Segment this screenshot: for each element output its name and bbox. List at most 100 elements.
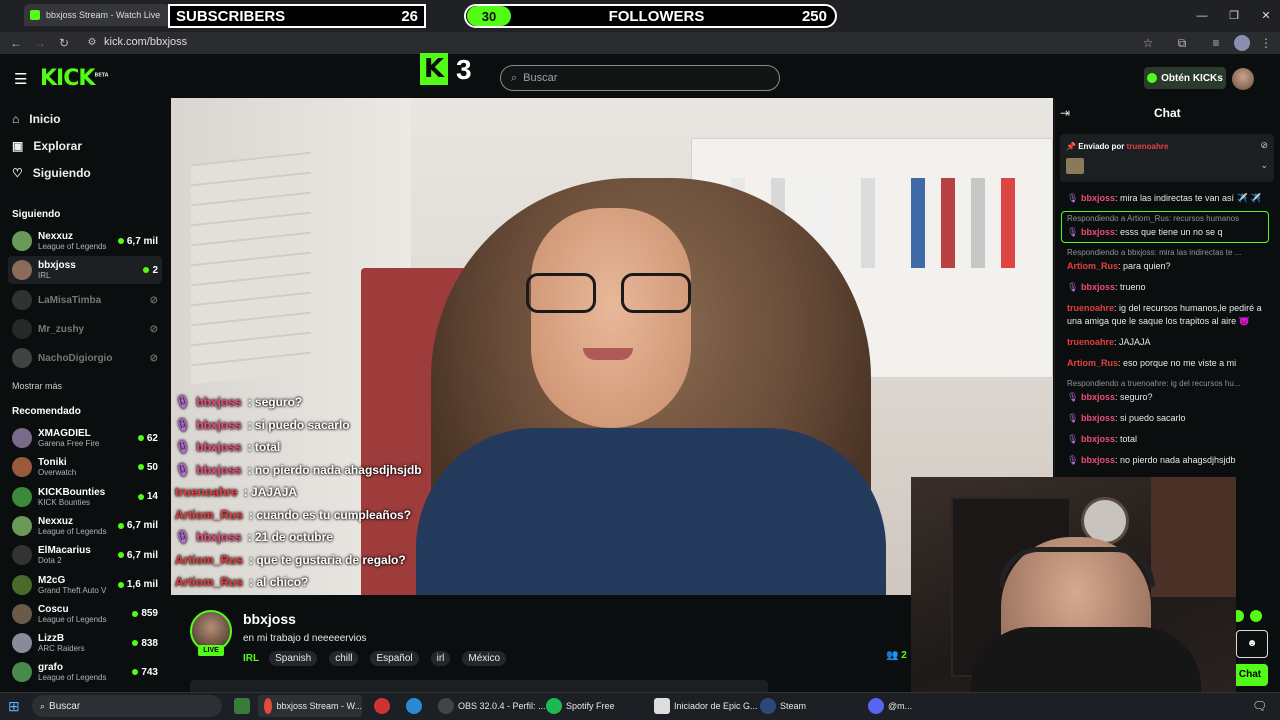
heart-icon: ♡ xyxy=(12,166,23,180)
live-dot-icon xyxy=(132,610,139,617)
chevron-down-icon[interactable]: ⌄ xyxy=(1260,160,1268,171)
taskbar-item-label: bbxjoss Stream - W... xyxy=(276,701,362,711)
hamburger-menu-icon[interactable]: ☰ xyxy=(14,70,27,88)
windows-start-icon[interactable]: ⊞ xyxy=(8,695,20,717)
chat-username[interactable]: truenoahre xyxy=(1067,303,1114,313)
chat-message[interactable]: 🎙 bbxjoss: seguro? xyxy=(1067,391,1272,404)
emoji-picker-icon[interactable]: ☻ xyxy=(1236,630,1268,658)
minimize-icon[interactable]: — xyxy=(1192,6,1212,26)
recommended-channel[interactable]: KICKBounties KICK Bounties 14 xyxy=(8,483,162,511)
chat-username[interactable]: Artiom_Rus xyxy=(1067,261,1118,271)
recommended-channel[interactable]: Nexxuz League of Legends 6,7 mil xyxy=(8,512,162,540)
media-control-icon[interactable]: ≡ xyxy=(1208,35,1224,51)
avatar xyxy=(12,545,32,566)
avatar xyxy=(12,662,32,683)
following-channel-mr-zushy[interactable]: Mr_zushy ⊘ xyxy=(8,315,162,343)
show-more-link[interactable]: Mostrar más xyxy=(12,381,62,391)
following-channel-lamisatimba[interactable]: LaMisaTimba ⊘ xyxy=(8,286,162,314)
chat-message[interactable]: truenoahre: ig del recursos humanos,le p… xyxy=(1067,302,1272,328)
chat-username[interactable]: bbxjoss xyxy=(1081,282,1115,292)
kick-logo[interactable]: KICKBETA xyxy=(40,66,109,91)
chat-text: : esss que tiene un no se q xyxy=(1114,227,1223,237)
back-icon[interactable]: ← xyxy=(8,35,24,51)
chat-message[interactable]: truenoahre: JAJAJA xyxy=(1067,336,1272,349)
chat-username[interactable]: bbxjoss xyxy=(1081,392,1115,402)
chat-send-button[interactable]: Chat xyxy=(1232,664,1268,686)
chat-message[interactable]: 🎙 bbxjoss: total xyxy=(1067,433,1272,446)
taskbar-item-steam[interactable]: Steam xyxy=(760,695,806,717)
chat-message[interactable]: 🎙 bbxjoss: si puedo sacarlo xyxy=(1067,412,1272,425)
chat-message[interactable]: 🎙 bbxjoss: no pierdo nada ahagsdjhsjdb xyxy=(1067,454,1272,467)
recommended-channel[interactable]: grafo League of Legends 743 xyxy=(8,658,162,686)
chat-username[interactable]: bbxjoss xyxy=(1081,434,1115,444)
tag[interactable]: Spanish xyxy=(269,651,318,666)
recommended-channel[interactable]: ElMacarius Dota 2 6,7 mil xyxy=(8,541,162,569)
bookmark-star-icon[interactable]: ☆ xyxy=(1140,35,1156,51)
get-kicks-button[interactable]: Obtén KICKs xyxy=(1144,67,1226,89)
reload-icon[interactable]: ↻ xyxy=(56,35,72,51)
stream-category[interactable]: IRL xyxy=(243,653,259,664)
recommended-channel[interactable]: Toniki Overwatch 50 xyxy=(8,453,162,481)
notification-icon[interactable]: 🗨 xyxy=(1252,695,1267,717)
emote-icon[interactable] xyxy=(1250,610,1262,622)
taskbar-item-obs[interactable]: OBS 32.0.4 - Perfil: ... xyxy=(438,695,546,717)
tag[interactable]: México xyxy=(462,651,507,666)
chat-username[interactable]: bbxjoss xyxy=(1081,455,1115,465)
channel-name[interactable]: bbxjoss xyxy=(243,611,296,627)
forward-icon[interactable]: → xyxy=(32,35,48,51)
search-input[interactable]: ⌕ Buscar xyxy=(500,65,780,91)
following-channel-nexxuz[interactable]: Nexxuz League of Legends 6,7 mil xyxy=(8,227,162,255)
taskbar-item-spotify[interactable]: Spotify Free xyxy=(546,695,615,717)
profile-avatar[interactable] xyxy=(1234,35,1250,51)
xbox-icon[interactable] xyxy=(234,695,250,717)
close-window-icon[interactable]: ✕ xyxy=(1256,6,1276,26)
chat-username[interactable]: bbxjoss xyxy=(1081,193,1115,203)
browser-tab[interactable]: bbxjoss Stream - Watch Live xyxy=(24,4,170,26)
following-channel-nachodigiorgio[interactable]: NachoDigiorgio ⊘ xyxy=(8,344,162,372)
tag[interactable]: irl xyxy=(430,651,451,666)
tag[interactable]: chill xyxy=(329,651,359,666)
taskbar-item-label: @m... xyxy=(888,701,913,711)
recommended-channel[interactable]: LizzB ARC Raiders 838 xyxy=(8,629,162,657)
following-channel-bbxjoss[interactable]: bbxjoss IRL 2 xyxy=(8,256,162,284)
chat-message[interactable]: Artiom_Rus: eso porque no me viste a mi xyxy=(1067,357,1272,370)
chat-text: : mira las indirectas te van así ✈️ ✈️ xyxy=(1114,193,1262,203)
taskbar-search[interactable]: ⌕ Buscar xyxy=(32,695,222,717)
channel-category: League of Legends xyxy=(38,673,107,683)
chat-message[interactable]: 🎙 bbxjoss: esss que tiene un no se q xyxy=(1067,226,1272,239)
live-dot-icon xyxy=(117,552,124,559)
taskbar-item-chrome[interactable]: bbxjoss Stream - W... xyxy=(258,695,362,717)
opera-icon[interactable] xyxy=(374,695,390,717)
recommended-channel[interactable]: M2cG Grand Theft Auto V 1,6 mil xyxy=(8,571,162,599)
extensions-icon[interactable]: ⧉ xyxy=(1174,35,1190,51)
edge-icon[interactable] xyxy=(406,695,422,717)
unpin-icon[interactable]: ⊘ xyxy=(1260,140,1268,151)
chat-username[interactable]: Artiom_Rus xyxy=(1067,358,1118,368)
nav-following[interactable]: ♡ Siguiendo xyxy=(12,166,91,180)
chat-message[interactable]: 🎙 bbxjoss: trueno xyxy=(1067,281,1272,294)
taskbar-item-epic[interactable]: Iniciador de Epic G... xyxy=(654,695,758,717)
reply-context: Respondiendo a bbxjoss: mira las indirec… xyxy=(1067,248,1242,257)
recommended-channel[interactable]: Coscu League of Legends 859 xyxy=(8,600,162,628)
maximize-icon[interactable]: ❐ xyxy=(1224,6,1244,26)
browser-menu-icon[interactable]: ⋮ xyxy=(1258,35,1274,51)
chat-username[interactable]: bbxjoss xyxy=(1081,227,1115,237)
chat-username[interactable]: truenoahre xyxy=(1067,337,1114,347)
channel-name: KICKBounties xyxy=(38,486,106,498)
nav-home[interactable]: ⌂ Inicio xyxy=(12,112,61,126)
tag[interactable]: Español xyxy=(370,651,419,666)
collapse-chat-icon[interactable]: ⇥ xyxy=(1060,106,1070,120)
viewer-count: 6,7 mil xyxy=(126,235,158,247)
channel-name: NachoDigiorgio xyxy=(38,352,113,364)
channel-name: LizzB xyxy=(38,633,65,645)
user-avatar[interactable] xyxy=(1232,68,1254,90)
nav-explore[interactable]: ▣ Explorar xyxy=(12,139,82,153)
site-info-icon[interactable]: ⚙ xyxy=(84,35,100,51)
chat-message[interactable]: Artiom_Rus: para quien? xyxy=(1067,260,1272,273)
chat-message[interactable]: 🎙 bbxjoss: mira las indirectas te van as… xyxy=(1067,192,1272,205)
chat-username[interactable]: bbxjoss xyxy=(1081,413,1115,423)
taskbar-item-discord[interactable]: @m... xyxy=(868,695,912,717)
overlay-chat-line: 🎙 bbxjoss: total xyxy=(175,440,280,454)
url-field[interactable]: kick.com/bbxjoss xyxy=(104,36,187,48)
recommended-channel[interactable]: XMAGDIEL Garena Free Fire 62 xyxy=(8,424,162,452)
